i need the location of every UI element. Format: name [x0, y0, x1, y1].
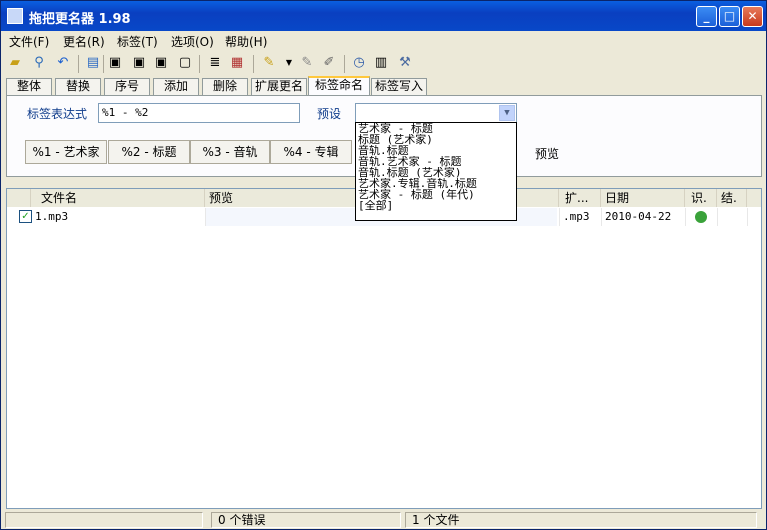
brush-icon[interactable]: ✎: [261, 55, 277, 71]
column-header-recognized[interactable]: 识.: [685, 189, 717, 207]
variable-artist-button[interactable]: %1 - 艺术家: [25, 140, 107, 164]
tab-delete[interactable]: 删除: [202, 78, 248, 95]
undo-icon[interactable]: ↶: [55, 55, 71, 71]
grid-divider: [601, 208, 602, 226]
tab-tag-write[interactable]: 标签写入: [371, 78, 427, 95]
toolbar-separator: [103, 55, 104, 73]
preset-label: 预设: [317, 107, 342, 121]
search-icon[interactable]: ⚲: [31, 55, 47, 71]
preset-option[interactable]: 音轨.标题 (艺术家): [356, 167, 516, 178]
grid-divider: [717, 208, 718, 226]
apply-icon[interactable]: ▤: [85, 55, 101, 71]
row-extension: .mp3: [563, 210, 590, 223]
preset-option[interactable]: 艺术家.专辑.音轨.标题: [356, 178, 516, 189]
column-header-extension[interactable]: 扩...: [559, 189, 601, 207]
status-bar: 0 个错误 1 个文件: [1, 510, 766, 529]
close-button[interactable]: ✕: [742, 6, 763, 27]
toolbar-separator: [199, 55, 200, 73]
row-date: 2010-04-22: [605, 210, 672, 223]
window-title: 拖把更名器 1.98: [29, 12, 131, 27]
maximize-button[interactable]: □: [719, 6, 740, 27]
grid-divider: [747, 208, 748, 226]
menu-file[interactable]: 文件(F): [9, 33, 49, 50]
chevron-down-icon[interactable]: ▼: [499, 105, 515, 121]
column-header-result[interactable]: 结.: [717, 189, 747, 207]
preview-icon[interactable]: ▥: [373, 55, 389, 71]
tab-extended-rename[interactable]: 扩展更名: [251, 78, 307, 95]
preset-option[interactable]: [全部]: [356, 200, 516, 211]
menu-bar: 文件(F) 更名(R) 标签(T) 选项(O) 帮助(H): [1, 31, 766, 51]
preset-option[interactable]: 标题 (艺术家): [356, 134, 516, 145]
status-files: 1 个文件: [405, 512, 757, 528]
brush-dropdown-icon[interactable]: ▼: [281, 55, 297, 71]
tools-icon[interactable]: ⚒: [397, 55, 413, 71]
preset-dropdown-list[interactable]: 艺术家 - 标题 标题 (艺术家) 音轨.标题 音轨.艺术家 - 标题 音轨.标…: [355, 122, 517, 221]
variable-title-button[interactable]: %2 - 标题: [108, 140, 190, 164]
column-header-check[interactable]: [7, 189, 31, 207]
toolbar-separator: [344, 55, 345, 73]
preview-label: 预览: [535, 147, 560, 161]
variable-track-button[interactable]: %3 - 音轨: [190, 140, 270, 164]
expression-input[interactable]: %1 - %2: [98, 103, 300, 123]
column-header-filler: [747, 189, 761, 207]
minimize-button[interactable]: _: [696, 6, 717, 27]
menu-rename[interactable]: 更名(R): [63, 33, 105, 50]
row-checkbox[interactable]: ✓: [19, 210, 32, 223]
list-icon[interactable]: ≣: [207, 55, 223, 71]
format-icon[interactable]: ✎: [299, 55, 315, 71]
open-folder-icon[interactable]: ▰: [7, 55, 23, 71]
app-icon: [7, 8, 23, 24]
tag-clear-icon[interactable]: ▢: [177, 55, 193, 71]
grid-divider: [205, 208, 206, 226]
preset-option[interactable]: 音轨.艺术家 - 标题: [356, 156, 516, 167]
tag-copy-icon[interactable]: ▣: [153, 55, 169, 71]
status-progress: [5, 512, 203, 528]
preset-select[interactable]: ▼: [355, 103, 517, 123]
toolbar-separator: [78, 55, 79, 73]
menu-tag[interactable]: 标签(T): [117, 33, 158, 50]
variable-album-button[interactable]: %4 - 专辑: [270, 140, 352, 164]
play-status-icon: [695, 211, 707, 223]
title-bar[interactable]: 拖把更名器 1.98 _ □ ✕: [1, 1, 766, 31]
column-header-date[interactable]: 日期: [601, 189, 685, 207]
column-header-filename[interactable]: 文件名: [31, 189, 205, 207]
tab-tag-naming[interactable]: 标签命名: [308, 76, 370, 96]
doc-icon[interactable]: ▦: [229, 55, 245, 71]
toolbar: ▰ ⚲ ↶ ▤ ▣ ▣ ▣ ▢ ≣ ▦ ✎ ▼ ✎ ✐ ◷ ▥ ⚒: [1, 52, 766, 76]
tab-bar: 整体 替换 序号 添加 删除 扩展更名 标签命名 标签写入: [1, 76, 766, 96]
grid-divider: [685, 208, 686, 226]
menu-help[interactable]: 帮助(H): [225, 33, 267, 50]
history-icon[interactable]: ◷: [351, 55, 367, 71]
app-window: 拖把更名器 1.98 _ □ ✕ 文件(F) 更名(R) 标签(T) 选项(O)…: [0, 0, 767, 530]
tab-add[interactable]: 添加: [153, 78, 199, 95]
status-errors: 0 个错误: [211, 512, 401, 528]
tab-overall[interactable]: 整体: [6, 78, 52, 95]
preset-option[interactable]: 音轨.标题: [356, 145, 516, 156]
tag-edit-icon[interactable]: ▣: [131, 55, 147, 71]
menu-options[interactable]: 选项(O): [171, 33, 214, 50]
expression-label: 标签表达式: [27, 107, 88, 121]
tab-sequence[interactable]: 序号: [104, 78, 150, 95]
tag-icon[interactable]: ▣: [107, 55, 123, 71]
file-list[interactable]: 文件名 预览 扩... 日期 识. 结. ✓ 1.mp3 .mp3 2010-0…: [6, 188, 762, 509]
row-filename: 1.mp3: [35, 210, 69, 223]
preset-option[interactable]: 艺术家 - 标题: [356, 123, 516, 134]
toolbar-separator: [253, 55, 254, 73]
tab-replace[interactable]: 替换: [55, 78, 101, 95]
grid-divider: [559, 208, 560, 226]
delete-tag-icon[interactable]: ✐: [321, 55, 337, 71]
preset-option[interactable]: 艺术家 - 标题 (年代): [356, 189, 516, 200]
